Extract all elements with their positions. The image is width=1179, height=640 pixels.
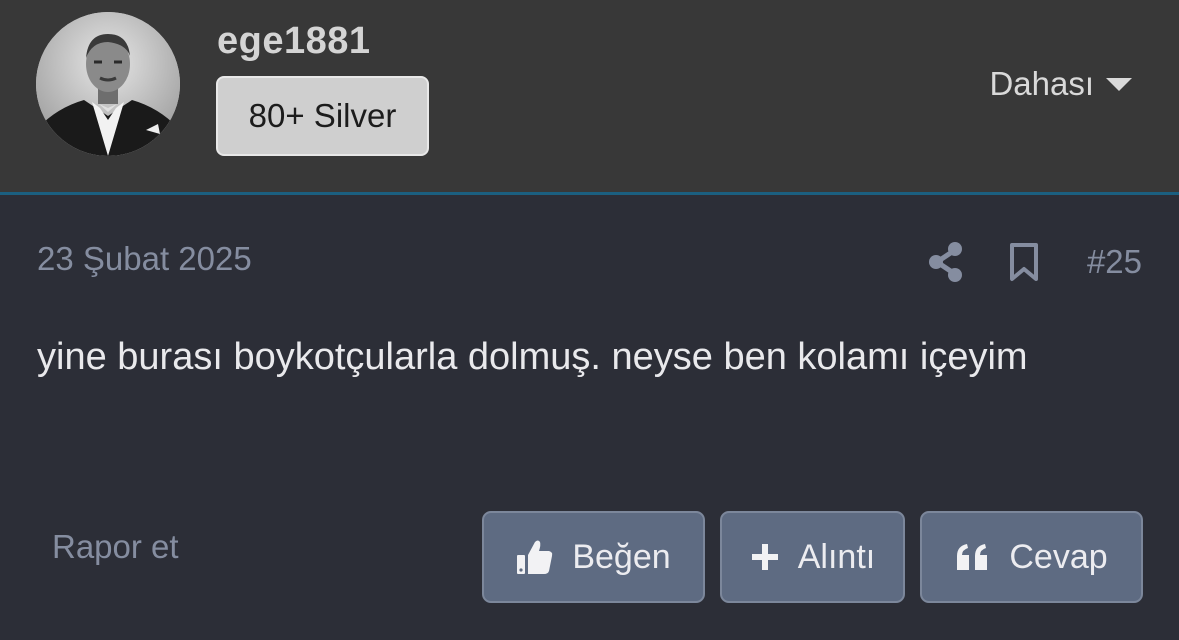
username[interactable]: ege1881: [217, 20, 371, 63]
post-header: ege1881 80+ Silver Dahası: [0, 0, 1179, 195]
post-date[interactable]: 23 Şubat 2025: [37, 240, 252, 278]
post-frame: ege1881 80+ Silver Dahası 23 Şubat 2025 …: [0, 0, 1179, 640]
like-button[interactable]: Beğen: [482, 511, 705, 603]
bookmark-button[interactable]: [1006, 240, 1042, 284]
user-badge: 80+ Silver: [216, 76, 429, 156]
more-label: Dahası: [989, 65, 1094, 102]
post-number[interactable]: #25: [1087, 243, 1142, 281]
avatar-image: [36, 12, 180, 156]
more-menu-button[interactable]: Dahası: [989, 64, 1132, 104]
bookmark-icon: [1009, 243, 1038, 281]
quote-icon: [955, 542, 991, 572]
quote-button[interactable]: Alıntı: [720, 511, 905, 603]
quote-label: Alıntı: [797, 537, 876, 576]
share-icon: [928, 242, 962, 282]
thumbs-up-icon: [516, 538, 554, 576]
avatar[interactable]: [36, 12, 180, 156]
like-label: Beğen: [572, 537, 671, 576]
share-button[interactable]: [926, 240, 966, 284]
reply-button[interactable]: Cevap: [920, 511, 1143, 603]
report-link[interactable]: Rapor et: [52, 528, 179, 566]
post-body: yine burası boykotçularla dolmuş. neyse …: [37, 336, 1028, 378]
reply-label: Cevap: [1009, 537, 1108, 576]
post-actions: #25: [926, 236, 1142, 288]
plus-icon: [750, 542, 780, 572]
caret-down-icon: [1106, 77, 1132, 91]
